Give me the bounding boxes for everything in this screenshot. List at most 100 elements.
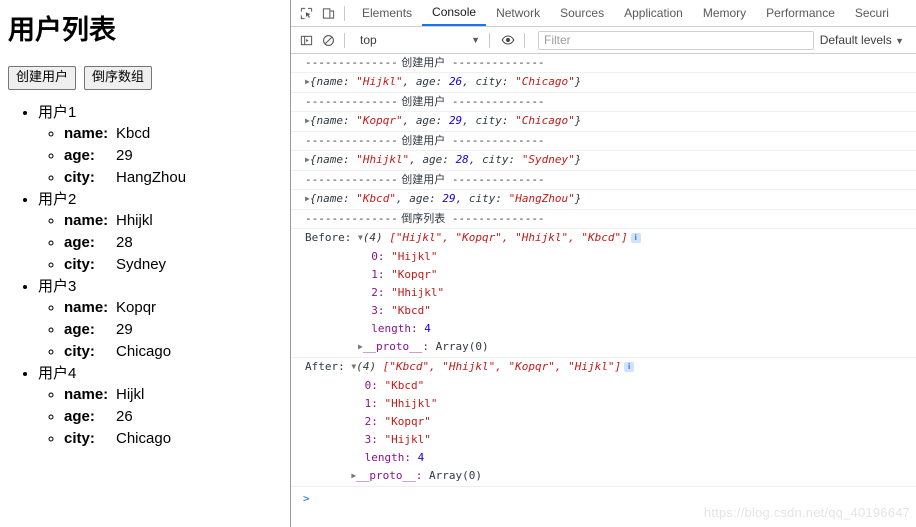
array-value: "Hhijkl" <box>384 397 438 410</box>
before-label: Before: <box>305 231 352 244</box>
collapse-triangle-icon[interactable]: ▼ <box>358 230 363 246</box>
clear-console-icon[interactable] <box>317 29 339 51</box>
obj-value-city: "Sydney" <box>521 153 575 166</box>
console-message-object[interactable]: ▶{name: "Kbcd", age: 29, city: "HangZhou… <box>291 190 916 210</box>
log-levels-dropdown[interactable]: Default levels ▼ <box>820 33 916 47</box>
console-message-array-after[interactable]: After: ▼(4) ["Kbcd", "Hhijkl", "Kopqr", … <box>291 358 916 377</box>
filter-input[interactable] <box>538 30 814 50</box>
expand-triangle-icon[interactable]: ▶ <box>305 113 310 129</box>
list-item: name: Hijkl <box>64 384 290 406</box>
tab-security[interactable]: Securi <box>845 0 899 26</box>
console-message-array-before[interactable]: Before: ▼(4) ["Hijkl", "Kopqr", "Hhijkl"… <box>291 229 916 248</box>
obj-value-age: 29 <box>448 114 463 127</box>
console-prompt[interactable]: > <box>291 487 916 507</box>
length-value: 4 <box>424 322 431 335</box>
inspect-element-icon[interactable] <box>295 2 317 24</box>
console-message-separator: -------------- 创建用户 -------------- <box>291 132 916 151</box>
after-count: (4) <box>356 360 377 373</box>
expand-triangle-icon[interactable]: ▶ <box>351 468 356 484</box>
tab-network[interactable]: Network <box>486 0 550 26</box>
obj-value-city: "Chicago" <box>515 114 575 127</box>
chevron-down-icon: ▼ <box>471 35 480 45</box>
tab-performance[interactable]: Performance <box>756 0 845 26</box>
field-value-name: Hhijkl <box>116 212 153 230</box>
expand-triangle-icon[interactable]: ▶ <box>305 191 310 207</box>
web-page-pane: 用户列表 创建用户 倒序数组 用户1 name: Kbcd age: 29 city… <box>0 0 290 527</box>
collapse-triangle-icon[interactable]: ▼ <box>351 359 356 375</box>
field-label-city: city: <box>64 430 95 448</box>
list-item: city: Chicago <box>64 428 290 450</box>
log-levels-label: Default levels <box>819 33 892 47</box>
user-detail-list: name: Hijkl age: 26 city: Chicago <box>38 384 290 450</box>
proto-value: Array(0) <box>429 469 483 482</box>
tab-memory[interactable]: Memory <box>693 0 756 26</box>
proto-value: Array(0) <box>435 340 489 353</box>
obj-key-age: age: <box>409 192 436 205</box>
obj-value-name: "Kbcd" <box>356 192 396 205</box>
info-icon[interactable]: i <box>624 362 635 372</box>
after-label: After: <box>305 360 345 373</box>
console-message-object[interactable]: ▶{name: "Kopqr", age: 29, city: "Chicago… <box>291 112 916 132</box>
list-item: city: HangZhou <box>64 167 290 189</box>
console-message-object[interactable]: ▶{name: "Hijkl", age: 26, city: "Chicago… <box>291 73 916 93</box>
devtools-panel: Elements Console Network Sources Applica… <box>290 0 916 527</box>
length-key: length: <box>364 451 411 464</box>
field-value-name: Kopqr <box>116 299 157 317</box>
tab-elements[interactable]: Elements <box>352 0 422 26</box>
list-item: name: Hhijkl <box>64 210 290 232</box>
filterbar-divider-3 <box>524 32 525 48</box>
array-length-row: length: 4 <box>291 449 916 467</box>
tab-sources[interactable]: Sources <box>550 0 614 26</box>
field-label-age: age: <box>64 234 95 252</box>
console-message-object[interactable]: ▶{name: "Hhijkl", age: 28, city: "Sydney… <box>291 151 916 171</box>
expand-triangle-icon[interactable]: ▶ <box>305 152 310 168</box>
list-item: city: Chicago <box>64 341 290 363</box>
console-output[interactable]: -------------- 创建用户 -------------- ▶{nam… <box>291 54 916 527</box>
console-sidebar-icon[interactable] <box>295 29 317 51</box>
separator-left: -------------- <box>305 212 398 225</box>
execution-context-select[interactable]: top ▼ <box>356 33 484 47</box>
array-value: "Kbcd" <box>391 304 431 317</box>
info-icon[interactable]: i <box>630 233 641 243</box>
expand-triangle-icon[interactable]: ▶ <box>358 339 363 355</box>
device-toolbar-icon[interactable] <box>317 2 339 24</box>
field-label-city: city: <box>64 343 95 361</box>
execution-context-value: top <box>360 33 377 47</box>
field-value-age: 29 <box>116 147 133 165</box>
obj-key-city: city: <box>475 114 509 127</box>
before-count: (4) <box>362 231 383 244</box>
field-value-city: Sydney <box>116 256 167 274</box>
obj-value-age: 29 <box>442 192 456 205</box>
live-expression-icon[interactable] <box>497 29 519 51</box>
expand-triangle-icon[interactable]: ▶ <box>305 74 310 90</box>
list-item: name: Kopqr <box>64 297 290 319</box>
chevron-down-icon: ▼ <box>895 36 904 46</box>
tab-console[interactable]: Console <box>422 0 487 26</box>
console-message-separator: -------------- 倒序列表 -------------- <box>291 210 916 229</box>
length-key: length: <box>371 322 418 335</box>
user-detail-list: name: Kopqr age: 29 city: Chicago <box>38 297 290 363</box>
field-value-city: HangZhou <box>116 169 187 187</box>
separator-label: 创建用户 <box>401 134 446 147</box>
user-detail-list: name: Hhijkl age: 28 city: Sydney <box>38 210 290 276</box>
array-index: 1: <box>371 268 385 281</box>
separator-label: 倒序列表 <box>401 212 446 225</box>
field-value-name: Kbcd <box>116 125 151 143</box>
console-message-separator: -------------- 创建用户 -------------- <box>291 93 916 112</box>
list-item: 用户3 name: Kopqr age: 29 city: Chicago <box>38 276 290 363</box>
user-list: 用户1 name: Kbcd age: 29 city: HangZhou 用户2 n… <box>0 102 290 450</box>
field-label-name: name: <box>64 212 109 230</box>
field-value-age: 29 <box>116 321 133 339</box>
user-heading: 用户2 <box>38 191 77 209</box>
obj-value-city: "HangZhou" <box>508 192 575 205</box>
array-value: "Kbcd" <box>384 379 425 392</box>
console-message-separator: -------------- 创建用户 -------------- <box>291 171 916 190</box>
reverse-array-button[interactable]: 倒序数组 <box>84 66 153 91</box>
page-title: 用户列表 <box>8 15 116 45</box>
array-proto-row[interactable]: ▶__proto__: Array(0) <box>291 467 916 487</box>
array-proto-row[interactable]: ▶__proto__: Array(0) <box>291 338 916 358</box>
watermark: https://blog.csdn.net/qq_40196647 <box>703 505 910 520</box>
create-user-button[interactable]: 创建用户 <box>8 66 77 91</box>
tab-application[interactable]: Application <box>614 0 693 26</box>
array-index: 0: <box>371 250 385 263</box>
